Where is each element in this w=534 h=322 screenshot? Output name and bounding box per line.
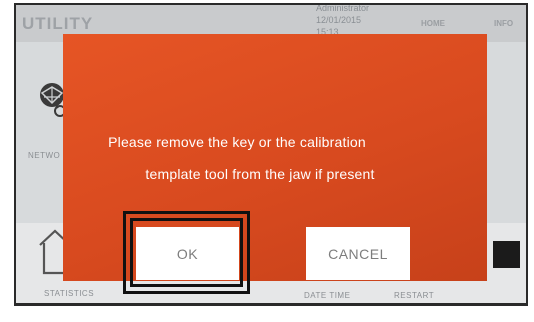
dialog-message-line-1: Please remove the key or the calibration xyxy=(108,134,366,150)
network-label: NETWO xyxy=(28,151,61,160)
nav-home[interactable]: HOME xyxy=(421,19,445,28)
restart-label: RESTART xyxy=(394,291,435,300)
statistics-label: STATISTICS xyxy=(44,289,95,298)
date-time-label: DATE TIME xyxy=(304,291,351,300)
date-label: 12/01/2015 xyxy=(316,15,362,25)
dialog-message-line-2: template tool from the jaw if present xyxy=(145,166,375,182)
cancel-button[interactable]: CANCEL xyxy=(306,227,410,280)
app-title: UTILITY xyxy=(22,14,94,33)
ok-highlight-inner-frame xyxy=(130,218,243,287)
dark-square-icon[interactable] xyxy=(493,241,520,268)
user-info: Administrator 12/01/2015 15:13 xyxy=(316,3,370,38)
nav-info[interactable]: INFO xyxy=(494,19,513,28)
admin-label: Administrator xyxy=(316,3,370,13)
